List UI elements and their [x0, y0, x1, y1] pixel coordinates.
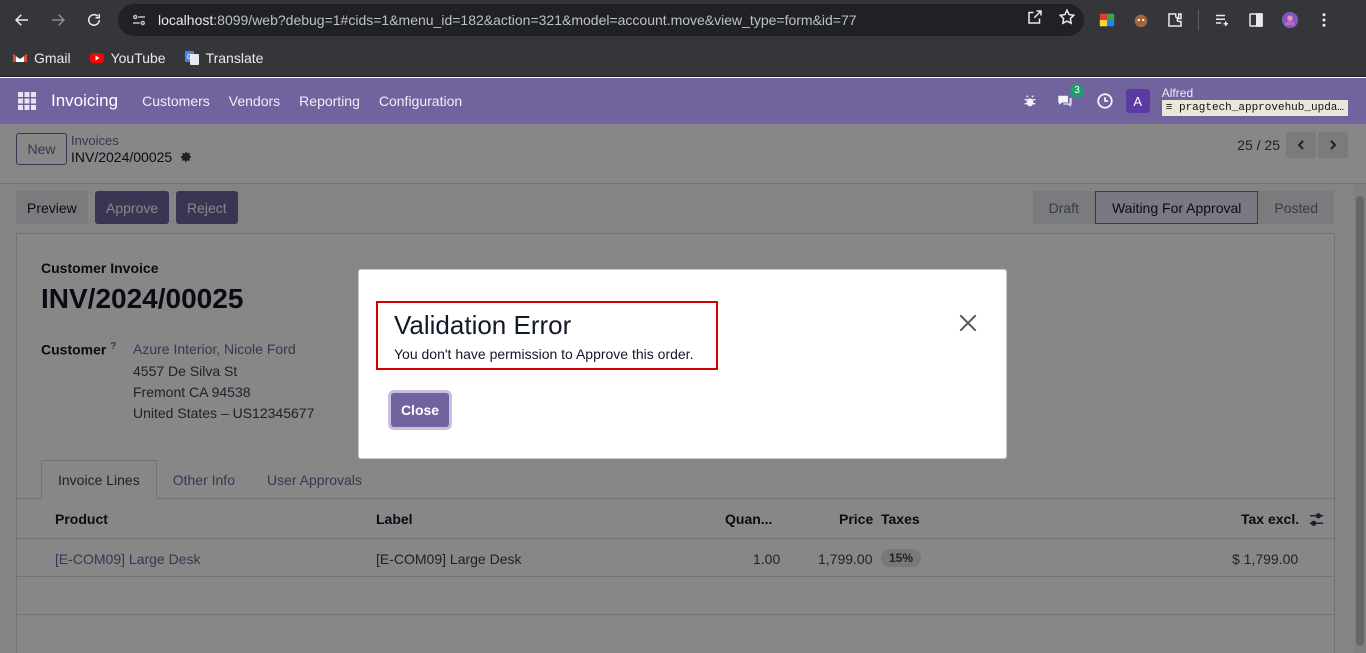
validation-error-dialog: Validation Error You don't have permissi… [358, 269, 1007, 459]
dialog-title: Validation Error [394, 310, 572, 340]
bookmarks-bar: Gmail YouTube G Translate [0, 40, 1366, 77]
odoo-navbar: Invoicing Customers Vendors Reporting Co… [0, 78, 1366, 124]
user-name: Alfred [1161, 86, 1194, 100]
address-bar[interactable]: localhost:8099/web?debug=1#cids=1&menu_i… [118, 4, 1084, 36]
app-brand[interactable]: Invoicing [51, 91, 118, 111]
svg-text:G: G [187, 54, 192, 61]
messages-icon[interactable]: 3 [1056, 84, 1084, 110]
debug-bug-icon[interactable] [1022, 93, 1038, 109]
menu-vendors[interactable]: Vendors [229, 93, 280, 109]
back-icon[interactable] [4, 2, 40, 38]
bookmark-youtube[interactable]: YouTube [89, 50, 166, 66]
close-button[interactable]: Close [391, 393, 449, 427]
menu-reporting[interactable]: Reporting [299, 93, 360, 109]
menu-customers[interactable]: Customers [142, 93, 210, 109]
bookmark-label: Gmail [34, 50, 71, 66]
youtube-icon [89, 50, 105, 66]
database-name: ≡ pragtech_approvehub_upda… [1161, 100, 1348, 116]
forward-icon[interactable] [40, 2, 76, 38]
dialog-message: You don't have permission to Approve thi… [394, 346, 694, 362]
browser-menu-icon[interactable] [1313, 9, 1335, 31]
error-highlight-box: Validation Error You don't have permissi… [376, 301, 718, 370]
gmail-icon [12, 50, 28, 66]
bookmark-translate[interactable]: G Translate [184, 50, 264, 66]
bookmark-gmail[interactable]: Gmail [12, 50, 71, 66]
browser-toolbar: localhost:8099/web?debug=1#cids=1&menu_i… [0, 0, 1366, 40]
open-in-app-icon[interactable] [1026, 8, 1044, 26]
bookmark-label: YouTube [110, 50, 166, 66]
side-panel-icon[interactable] [1245, 9, 1267, 31]
user-menu[interactable]: Alfred ≡ pragtech_approvehub_upda… [1161, 86, 1348, 116]
messages-count-badge: 3 [1070, 84, 1084, 98]
reading-list-icon[interactable] [1211, 9, 1233, 31]
app-menu-grid-icon[interactable] [17, 91, 37, 111]
reload-icon[interactable] [76, 2, 112, 38]
bookmark-label: Translate [205, 50, 264, 66]
profile-avatar-icon[interactable] [1279, 9, 1301, 31]
activity-clock-icon[interactable] [1096, 92, 1114, 110]
translate-icon: G [184, 50, 200, 66]
extension-monkey-icon[interactable] [1130, 9, 1152, 31]
menu-configuration[interactable]: Configuration [379, 93, 462, 109]
url-text: localhost:8099/web?debug=1#cids=1&menu_i… [158, 12, 857, 28]
toolbar-separator [1198, 10, 1199, 30]
site-info-icon[interactable] [130, 11, 148, 29]
extensions-puzzle-icon[interactable] [1164, 9, 1186, 31]
bookmark-star-icon[interactable] [1058, 8, 1076, 26]
close-icon[interactable] [957, 312, 979, 334]
user-avatar[interactable]: A [1125, 89, 1150, 113]
extension-colorful-icon[interactable] [1096, 9, 1118, 31]
